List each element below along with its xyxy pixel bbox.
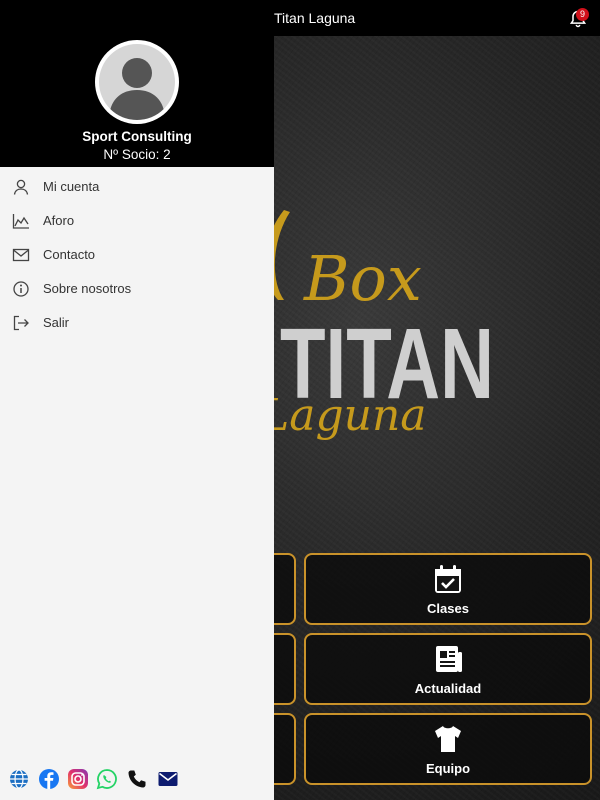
facebook-icon[interactable] <box>38 768 60 790</box>
menu-item-salir[interactable]: Salir <box>0 306 274 338</box>
menu-item-label: Mi cuenta <box>43 179 100 194</box>
logout-icon <box>13 315 29 331</box>
logo-box-text: Box <box>303 242 422 315</box>
calendar-check-icon <box>435 565 461 593</box>
envelope-icon <box>12 248 30 262</box>
instagram-icon[interactable] <box>67 768 89 790</box>
menu-item-aforo[interactable]: Aforo <box>0 204 274 236</box>
globe-icon[interactable] <box>8 768 30 790</box>
menu-item-mi-cuenta[interactable]: Mi cuenta <box>0 170 274 202</box>
info-icon <box>13 281 29 297</box>
drawer-header: Sport Consulting Nº Socio: 2 <box>0 0 274 167</box>
person-icon <box>13 179 29 195</box>
menu-item-label: Salir <box>43 315 70 330</box>
menu-item-contacto[interactable]: Contacto <box>0 238 274 270</box>
menu-item-label: Aforo <box>43 213 75 228</box>
avatar[interactable] <box>95 40 179 124</box>
logo-laguna-text: Laguna <box>259 390 427 441</box>
tshirt-icon <box>435 726 461 752</box>
whatsapp-icon[interactable] <box>96 768 118 790</box>
tile-equipo-label: Equipo <box>425 761 471 776</box>
member-number: Nº Socio: 2 <box>103 147 171 162</box>
tile-equipo[interactable]: Equipo <box>304 713 592 785</box>
notification-badge: 9 <box>576 8 589 21</box>
mail-icon[interactable] <box>157 768 179 790</box>
app-title: Titan Laguna <box>274 10 356 26</box>
tile-clases-label: Clases <box>427 601 469 616</box>
titan-laguna-logo: Box TITAN Laguna <box>259 210 494 441</box>
tile-actualidad-label: Actualidad <box>414 681 482 696</box>
tile-actualidad[interactable]: Actualidad <box>304 633 592 705</box>
tile-clases[interactable]: Clases <box>304 553 592 625</box>
user-silhouette-icon <box>109 58 165 120</box>
menu-item-label: Contacto <box>43 247 96 262</box>
phone-icon[interactable] <box>126 768 148 790</box>
navigation-drawer: Sport Consulting Nº Socio: 2 Mi cuenta A… <box>0 0 274 800</box>
menu-item-label: Sobre nosotros <box>43 281 132 296</box>
user-name: Sport Consulting <box>82 129 192 144</box>
newspaper-icon <box>436 646 462 672</box>
area-chart-icon <box>12 214 29 229</box>
menu-item-sobre-nosotros[interactable]: Sobre nosotros <box>0 272 274 304</box>
